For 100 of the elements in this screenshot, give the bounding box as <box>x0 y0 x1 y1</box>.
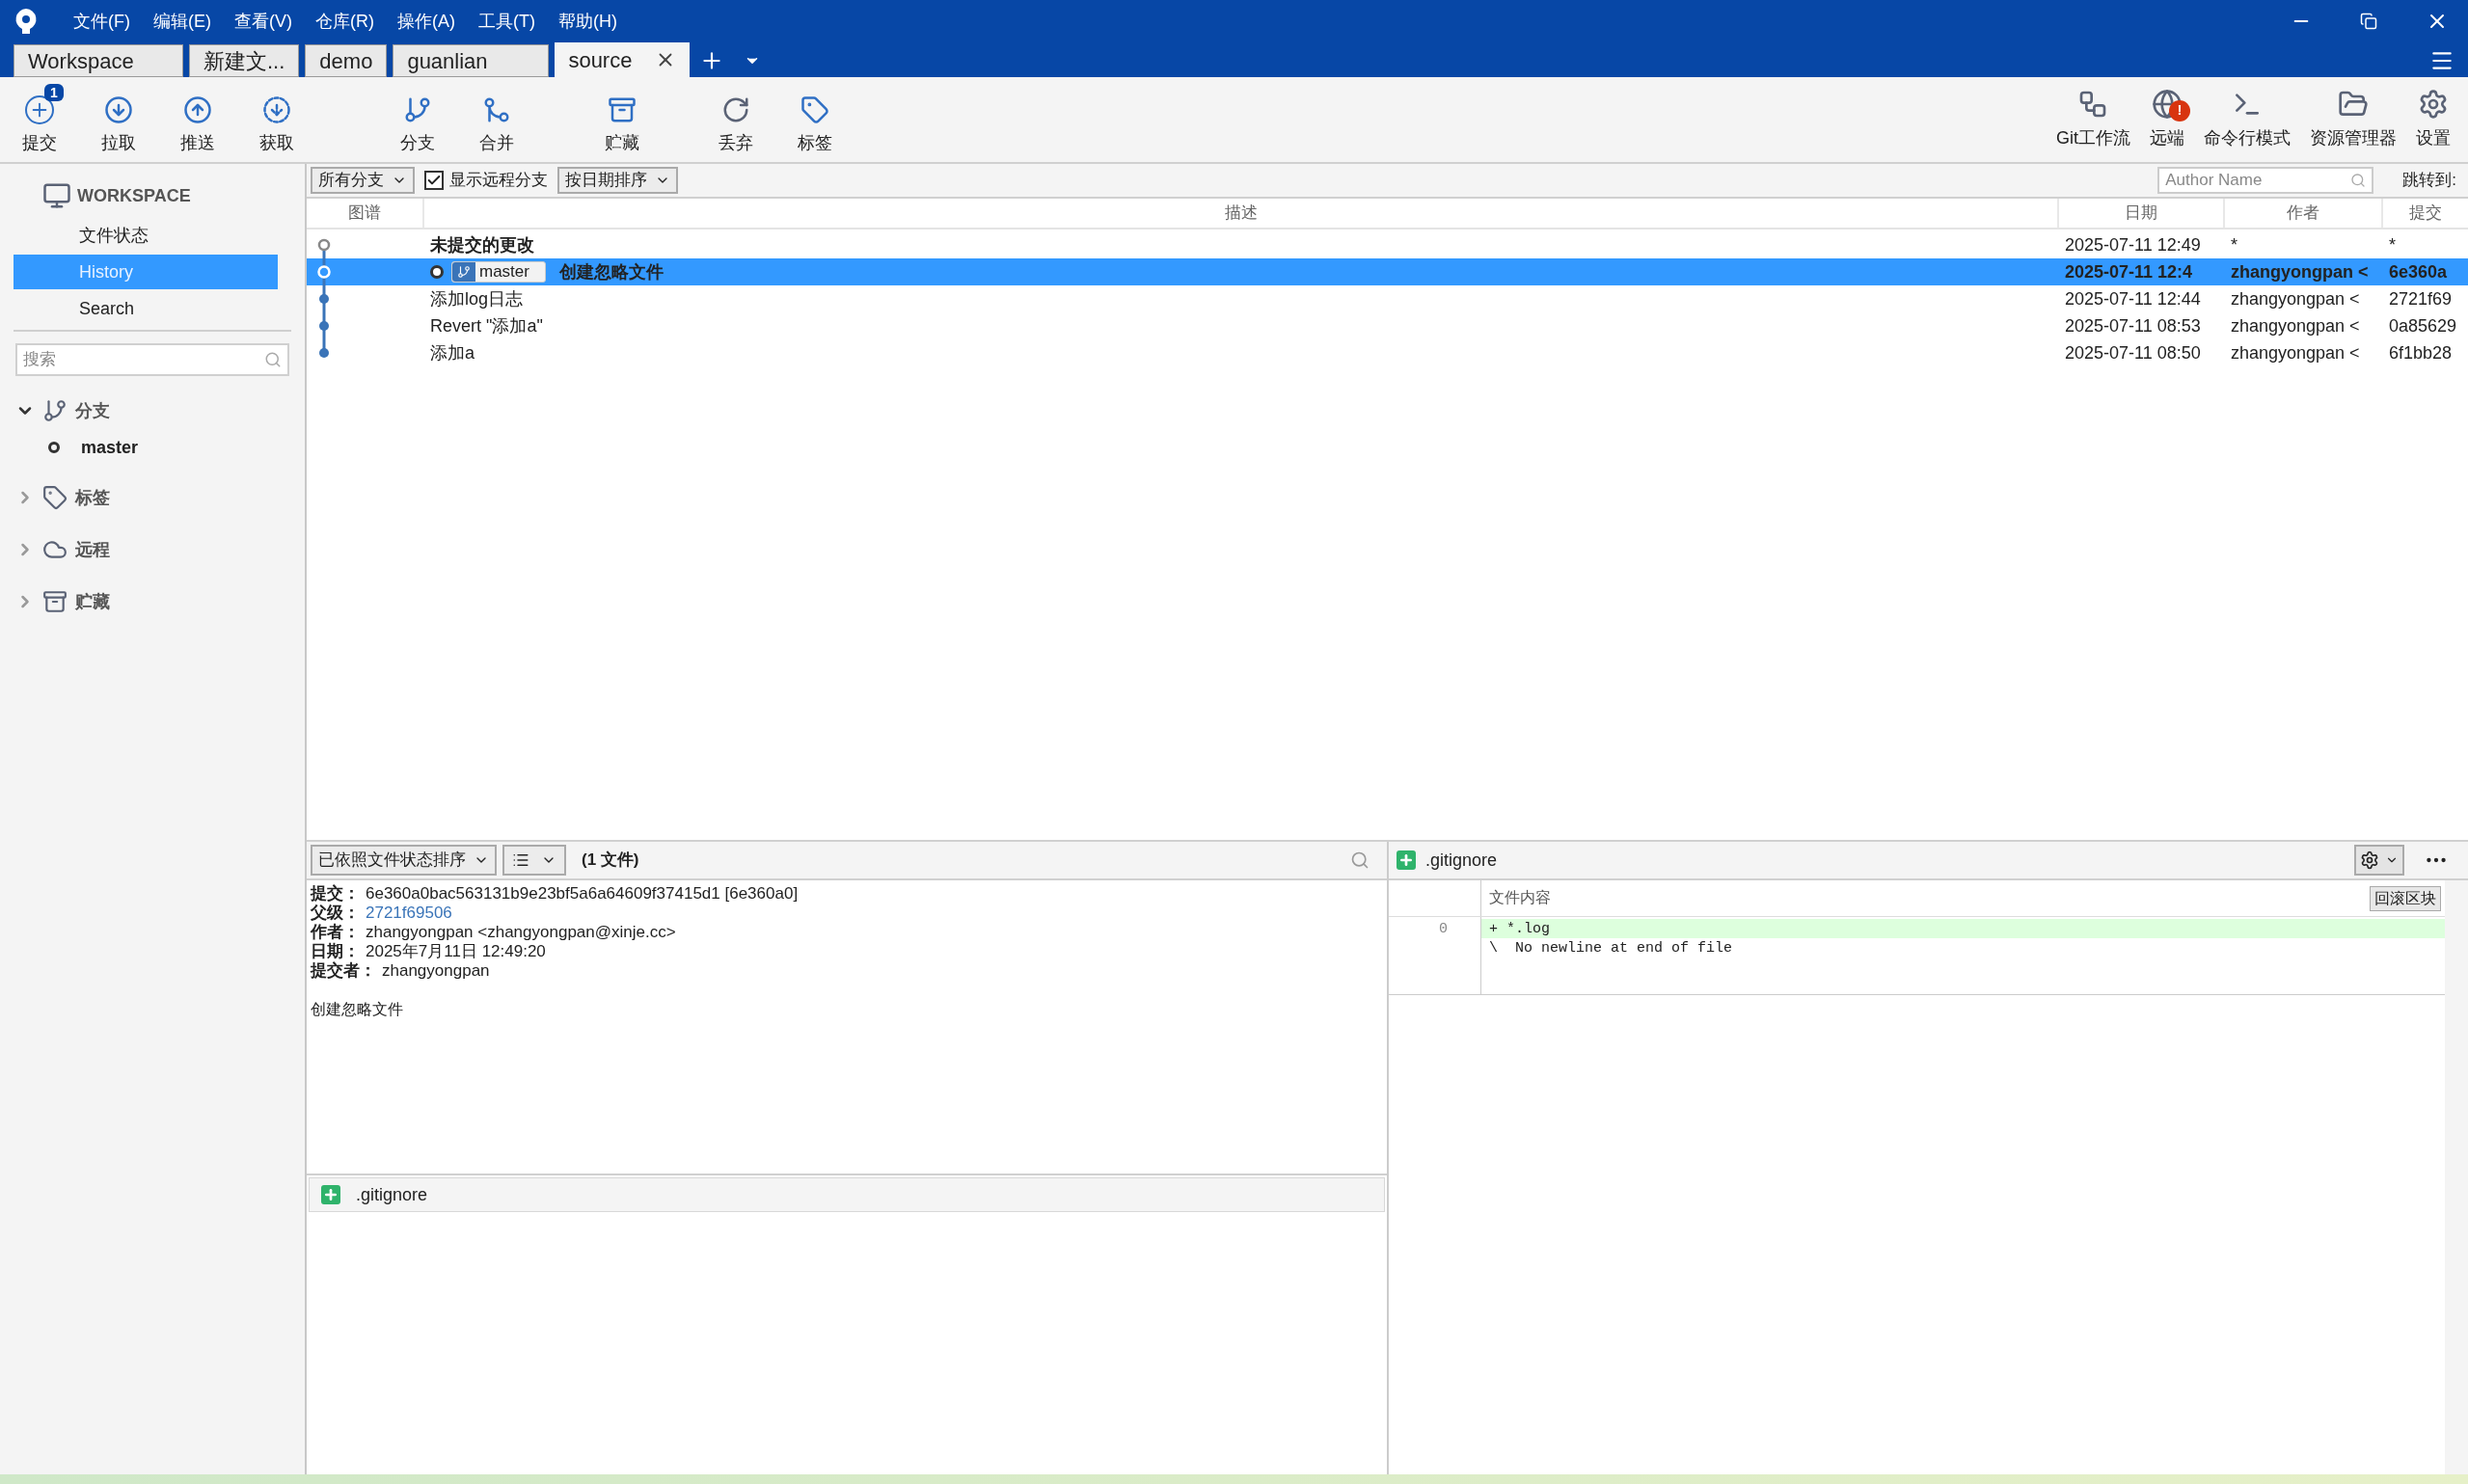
commit-row[interactable]: 添加a 2025-07-11 08:50 zhangyongpan < 6f1bb28 <box>307 339 2468 366</box>
branch-icon <box>457 265 471 279</box>
tag-icon <box>42 485 68 510</box>
menu-item[interactable]: 帮助(H) <box>546 8 629 35</box>
commit-hash: 0a85629 <box>2388 314 2458 337</box>
commit-message: Revert "添加a" <box>430 314 543 337</box>
settings-icon <box>2418 88 2449 120</box>
menu-item[interactable]: 编辑(E) <box>142 8 223 35</box>
toolbar-button[interactable]: 贮藏 <box>588 83 656 156</box>
hunk-header: 文件内容 <box>1488 888 1551 909</box>
menu-item[interactable]: 操作(A) <box>386 8 467 35</box>
toolbar-button[interactable]: 设置 <box>2408 88 2458 151</box>
commit-author: zhangyongpan < <box>2230 287 2361 310</box>
column-header[interactable]: 描述 <box>422 199 2057 228</box>
search-icon <box>2350 173 2367 188</box>
toolbar-button[interactable]: 提交 1 <box>6 83 73 156</box>
search-icon <box>264 351 282 368</box>
commit-message: 未提交的更改 <box>430 233 534 256</box>
checkbox[interactable] <box>424 171 444 190</box>
sidebar-section[interactable]: 分支 <box>0 391 305 430</box>
settings-dropdown[interactable] <box>2354 845 2404 876</box>
commit-row[interactable]: Revert "添加a" 2025-07-11 08:53 zhangyongpan < 0a85629 <box>307 312 2468 339</box>
commit-row[interactable]: master 创建忽略文件 2025-07-11 12:4 zhangyongpan < 6e360a <box>307 258 2468 285</box>
toolbar-button[interactable]: 合并 <box>463 83 530 156</box>
toolbar-button[interactable]: 标签 <box>781 83 849 156</box>
toolbar-button[interactable]: 获取 <box>243 83 311 156</box>
sort-dropdown[interactable]: 已依照文件状态排序 <box>311 845 497 876</box>
commit-author: zhangyongpan < <box>2230 260 2370 283</box>
field-label: 提交者： <box>311 961 376 981</box>
author-filter-field[interactable]: Author Name <box>2157 167 2374 194</box>
field-value: 6e360a0bac563131b9e23bf5a6a64609f37415d1 [6e360a0] <box>366 884 799 904</box>
tab[interactable]: Workspace <box>14 44 183 77</box>
commit-date: 2025-07-11 12:49 <box>2064 233 2202 256</box>
toolbar-button[interactable]: 丢弃 <box>702 83 770 156</box>
arrow-down-icon <box>104 94 133 124</box>
toolbar-button[interactable]: 资源管理器 <box>2302 88 2404 151</box>
commit-date: 2025-07-11 12:4 <box>2064 260 2194 283</box>
app-logo-icon <box>14 7 39 36</box>
commit-date: 2025-07-11 12:44 <box>2064 287 2202 310</box>
commit-date: 2025-07-11 08:53 <box>2064 314 2202 337</box>
column-header[interactable]: 作者 <box>2223 199 2381 228</box>
menu-item[interactable]: 工具(T) <box>467 8 547 35</box>
sidebar-section[interactable]: 标签 <box>0 478 305 517</box>
menu-item[interactable]: 文件(F) <box>62 8 142 35</box>
commit-hash: 6e360a <box>2388 260 2449 283</box>
tab[interactable]: 新建文... <box>189 44 300 77</box>
workspace-heading: WORKSPACE <box>77 184 191 207</box>
commit-message: 添加a <box>430 341 475 364</box>
tab[interactable]: guanlian <box>393 44 550 77</box>
view-mode-dropdown[interactable] <box>502 845 566 876</box>
tab[interactable]: demo <box>305 44 388 77</box>
field-value: 2025年7月11日 12:49:20 <box>366 942 546 961</box>
tab[interactable]: source <box>555 42 691 77</box>
commit-author: * <box>2230 233 2238 256</box>
sidebar-item[interactable]: 文件状态 <box>14 218 278 253</box>
toolbar-button[interactable]: 分支 <box>384 83 451 156</box>
jump-to-label: 跳转到: <box>2402 170 2456 192</box>
count-badge: 1 <box>44 83 64 101</box>
menu-item[interactable]: 查看(V) <box>223 8 304 35</box>
toolbar-button[interactable]: 命令行模式 <box>2196 88 2298 151</box>
field-label: 提交： <box>311 884 360 904</box>
column-header[interactable]: 提交 <box>2381 199 2468 228</box>
commit-hash: 6f1bb28 <box>2388 341 2454 364</box>
toolbar-button[interactable]: Git工作流 <box>2048 88 2138 151</box>
commit-row[interactable]: 未提交的更改 2025-07-11 12:49 * * <box>307 231 2468 258</box>
sort-dropdown[interactable]: 按日期排序 <box>557 167 678 194</box>
globe-icon <box>2152 88 2183 120</box>
commit-message: 创建忽略文件 <box>558 260 664 283</box>
commit-hash: 2721f69 <box>2388 287 2454 310</box>
revert-hunk-button[interactable]: 回滚区块 <box>2370 885 2441 911</box>
toolbar-button[interactable]: 远端 ! <box>2142 88 2192 151</box>
monitor-icon <box>42 181 71 210</box>
sidebar-item[interactable]: Search <box>14 291 278 326</box>
parent-link[interactable]: 2721f69506 <box>366 904 452 923</box>
stash-icon <box>42 589 68 614</box>
tag-icon <box>800 94 829 124</box>
commit-row[interactable]: 添加log日志 2025-07-11 12:44 zhangyongpan < 2721f69 <box>307 285 2468 312</box>
sidebar-section[interactable]: 远程 <box>0 530 305 569</box>
line-number: 0 <box>1439 920 1448 938</box>
branch-item[interactable]: master <box>81 434 139 461</box>
column-header[interactable]: 日期 <box>2057 199 2223 228</box>
commit-author: zhangyongpan < <box>2230 341 2361 364</box>
column-header[interactable]: 图谱 <box>307 199 422 228</box>
file-count: (1 文件) <box>582 850 639 872</box>
sidebar-section[interactable]: 贮藏 <box>0 582 305 621</box>
checkbox-label: 显示远程分支 <box>449 170 548 192</box>
restore-icon[interactable] <box>2360 13 2377 30</box>
field-value: zhangyongpan <zhangyongpan@xinje.cc> <box>366 923 676 942</box>
commit-message: 创建忽略文件 <box>311 1000 404 1019</box>
search-icon[interactable] <box>1350 850 1370 870</box>
search-field[interactable]: 搜索 <box>15 343 289 376</box>
toolbar-button[interactable]: 推送 <box>164 83 231 156</box>
commit-date: 2025-07-11 08:50 <box>2064 341 2202 364</box>
commit-message: 添加log日志 <box>430 287 524 310</box>
file-item[interactable]: .gitignore <box>309 1177 1385 1212</box>
branch-dropdown[interactable]: 所有分支 <box>311 167 415 194</box>
menu-item[interactable]: 仓库(R) <box>304 8 386 35</box>
field-label: 父级： <box>311 904 360 923</box>
toolbar-button[interactable]: 拉取 <box>85 83 152 156</box>
field-label: 日期： <box>311 942 360 961</box>
